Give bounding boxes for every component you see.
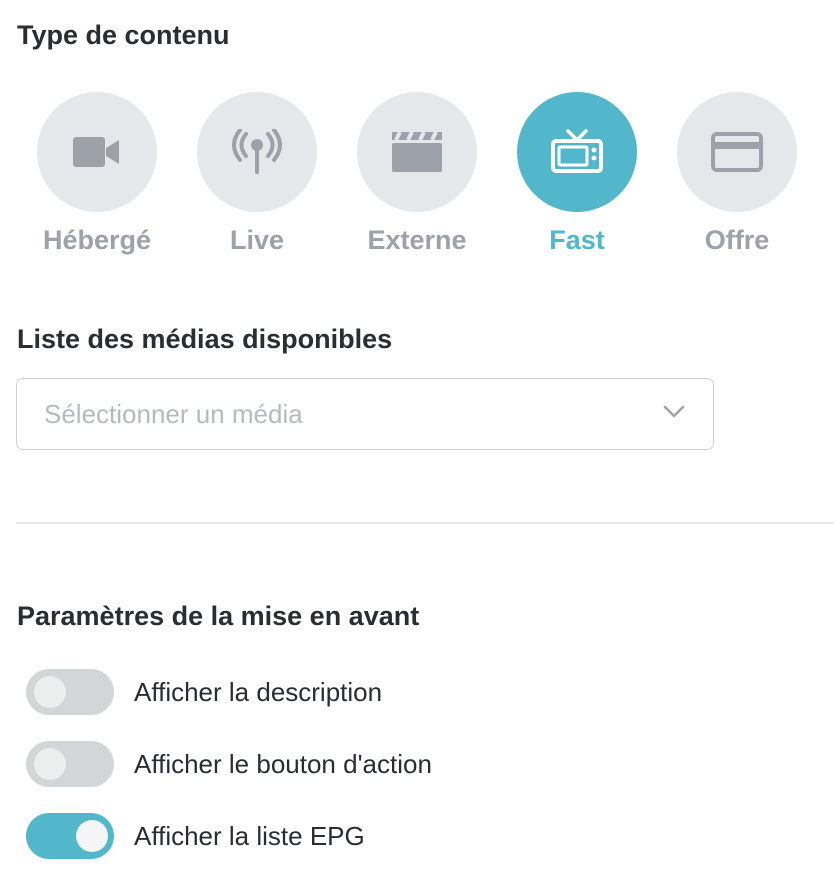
content-type-offer-circle[interactable] (677, 92, 797, 212)
toggle-knob (76, 820, 108, 852)
media-select-placeholder: Sélectionner un média (44, 399, 303, 429)
content-type-hosted-option[interactable]: Hébergé (17, 92, 177, 262)
show-description-toggle[interactable] (26, 669, 114, 715)
toggle-knob (34, 748, 66, 780)
show-action-button-label: Afficher le bouton d'action (134, 749, 432, 779)
media-select[interactable]: Sélectionner un média (16, 378, 714, 450)
section-divider (16, 522, 834, 524)
content-type-title: Type de contenu (17, 20, 230, 50)
content-type-external-label: Externe (367, 225, 467, 255)
tv-icon (551, 129, 603, 173)
toggle-knob (34, 676, 66, 708)
content-type-offer-option[interactable]: Offre (657, 92, 817, 262)
show-action-button-toggle[interactable] (26, 741, 114, 787)
toggle-row-action-button: Afficher le bouton d'action (26, 741, 726, 787)
content-type-selector: Hébergé Live Externe Fast Offre (17, 92, 817, 262)
content-type-live-label: Live (229, 225, 285, 255)
content-settings-panel: Type de contenu Hébergé Live Externe Fas… (0, 0, 834, 884)
show-epg-list-label: Afficher la liste EPG (134, 821, 365, 851)
credit-card-icon (711, 132, 763, 172)
content-type-live-option[interactable]: Live (177, 92, 337, 262)
toggle-row-epg-list: Afficher la liste EPG (26, 813, 726, 859)
media-list-title: Liste des médias disponibles (17, 324, 393, 354)
show-description-label: Afficher la description (134, 677, 383, 707)
video-camera-icon (73, 137, 119, 167)
toggle-row-description: Afficher la description (26, 669, 726, 715)
show-epg-list-toggle[interactable] (26, 813, 114, 859)
content-type-fast-option[interactable]: Fast (497, 92, 657, 262)
clapperboard-icon (392, 132, 442, 172)
content-type-external-circle[interactable] (357, 92, 477, 212)
content-type-live-circle[interactable] (197, 92, 317, 212)
chevron-down-icon[interactable] (663, 405, 685, 419)
content-type-external-option[interactable]: Externe (337, 92, 497, 262)
content-type-fast-label: Fast (549, 225, 605, 255)
content-type-hosted-label: Hébergé (42, 225, 152, 255)
broadcast-icon (232, 129, 282, 174)
content-type-fast-circle[interactable] (517, 92, 637, 212)
content-type-offer-label: Offre (704, 225, 770, 255)
content-type-hosted-circle[interactable] (37, 92, 157, 212)
highlight-settings-title: Paramètres de la mise en avant (17, 601, 420, 631)
